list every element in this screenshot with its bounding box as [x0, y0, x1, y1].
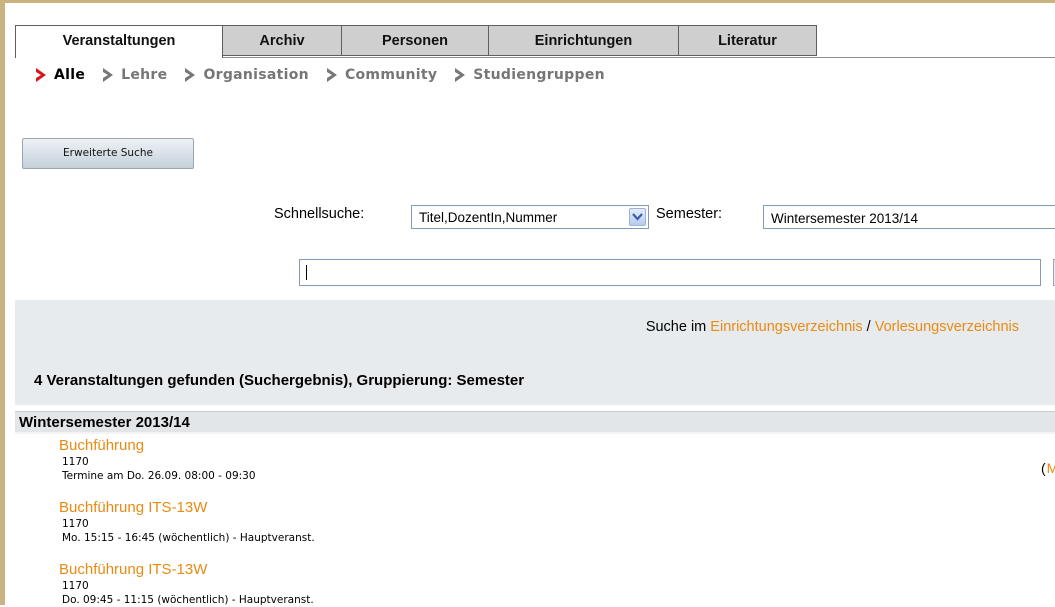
tab-einrichtungen[interactable]: Einrichtungen: [489, 25, 679, 56]
subnav-item-label: Lehre: [121, 67, 168, 83]
course-title-link[interactable]: Buchführung ITS-13W: [59, 561, 314, 579]
list-item: Buchführung ITS-13W 1170 Do. 09:45 - 11:…: [59, 561, 314, 607]
semester-group-header: Wintersemester 2013/14: [15, 411, 1055, 432]
tab-literatur[interactable]: Literatur: [679, 25, 817, 56]
course-extra-info: (M: [1041, 460, 1055, 476]
list-item: Buchführung 1170 Termine am Do. 26.09. 0…: [59, 437, 256, 483]
main-tabs: Veranstaltungen Archiv Personen Einricht…: [15, 25, 817, 58]
semester-select[interactable]: Wintersemester 2013/14: [763, 205, 1055, 229]
paren-text: (: [1041, 460, 1046, 476]
directory-links: Suche im Einrichtungsverzeichnis / Vorle…: [646, 319, 1019, 335]
subnav-item-community[interactable]: Community: [325, 67, 437, 83]
subnav-item-label: Organisation: [203, 67, 309, 83]
search-scope-value: Titel,DozentIn,Nummer: [419, 210, 558, 225]
window-frame-top: [0, 0, 1055, 3]
chevron-down-icon[interactable]: [629, 208, 646, 226]
subnav-item-studiengruppen[interactable]: Studiengruppen: [453, 67, 605, 83]
tab-archiv[interactable]: Archiv: [223, 25, 342, 56]
subnav-item-lehre[interactable]: Lehre: [101, 67, 167, 83]
course-schedule: Mo. 15:15 - 16:45 (wöchentlich) - Hauptv…: [62, 532, 315, 544]
results-panel: Suche im Einrichtungsverzeichnis / Vorle…: [15, 300, 1055, 405]
tab-divider: [223, 57, 1055, 58]
course-schedule: Termine am Do. 26.09. 08:00 - 09:30: [62, 470, 256, 482]
course-title-link[interactable]: Buchführung ITS-13W: [59, 499, 315, 517]
course-number: 1170: [62, 456, 89, 468]
group-divider: [15, 432, 1055, 434]
search-prefix: Suche im: [645, 319, 711, 335]
results-count: 4 Veranstaltungen gefunden (Suchergebnis…: [34, 372, 525, 389]
course-extra-link[interactable]: M: [1047, 460, 1055, 476]
sub-navigation: Alle Lehre Organisation Community Studie…: [34, 67, 621, 83]
tab-veranstaltungen[interactable]: Veranstaltungen: [15, 25, 223, 58]
subnav-item-organisation[interactable]: Organisation: [183, 67, 309, 83]
chevron-right-icon: [455, 68, 466, 82]
course-number: 1170: [62, 580, 89, 592]
subnav-item-alle[interactable]: Alle: [34, 67, 85, 83]
subnav-item-label: Alle: [54, 67, 86, 83]
lecture-directory-link[interactable]: Vorlesungsverzeichnis: [875, 319, 1019, 335]
chevron-right-icon: [326, 68, 337, 82]
advanced-search-button[interactable]: Erweiterte Suche: [22, 138, 194, 169]
subnav-item-label: Community: [344, 67, 438, 83]
semester-label: Semester:: [656, 206, 723, 222]
list-item: Buchführung ITS-13W 1170 Mo. 15:15 - 16:…: [59, 499, 315, 545]
chevron-right-icon: [185, 68, 196, 82]
tab-personen[interactable]: Personen: [342, 25, 489, 56]
course-number: 1170: [62, 518, 89, 530]
search-scope-select[interactable]: Titel,DozentIn,Nummer: [411, 205, 649, 229]
subnav-item-label: Studiengruppen: [473, 67, 605, 83]
link-separator: /: [862, 319, 875, 335]
chevron-right-icon: [36, 68, 46, 82]
text-caret: [306, 265, 307, 280]
window-frame-left: [0, 0, 5, 605]
course-title-link[interactable]: Buchführung: [59, 437, 256, 455]
chevron-right-icon: [103, 68, 114, 82]
quick-search-label: Schnellsuche:: [274, 206, 365, 222]
institution-directory-link[interactable]: Einrichtungsverzeichnis: [710, 319, 862, 335]
search-input[interactable]: [299, 259, 1041, 286]
